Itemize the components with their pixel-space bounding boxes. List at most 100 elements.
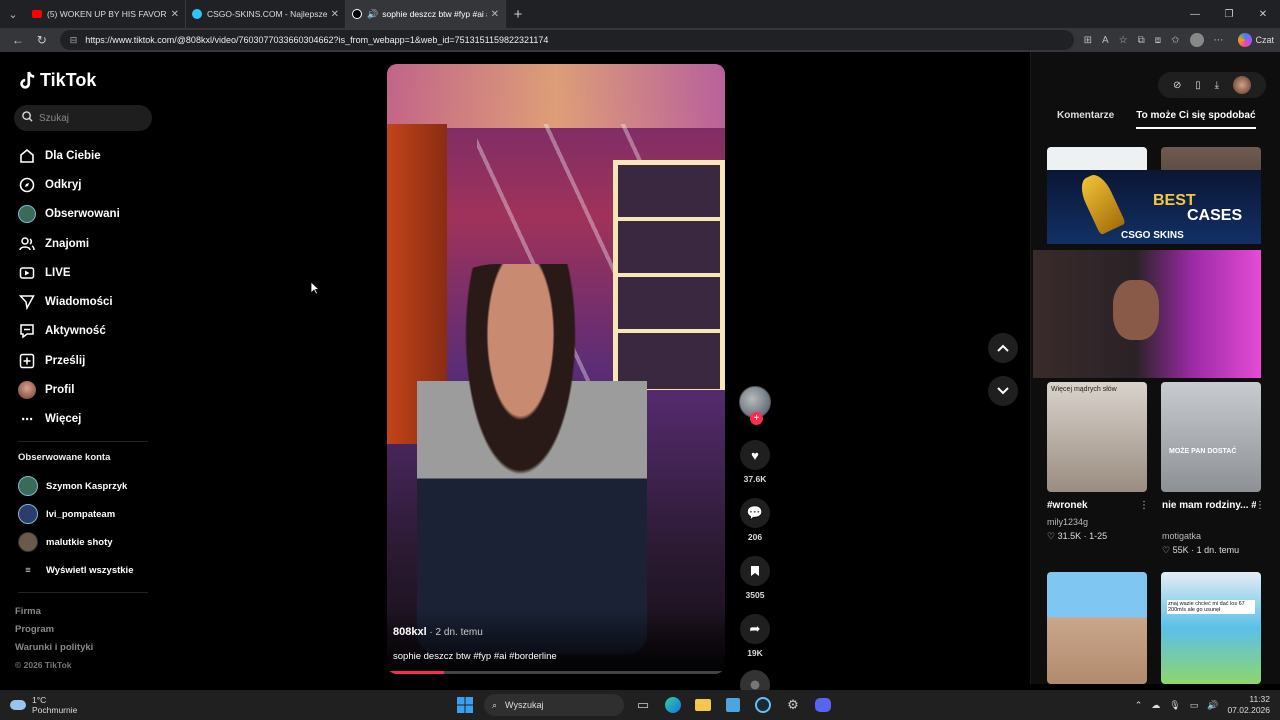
copilot-button[interactable]: Czat <box>1237 33 1275 47</box>
comment-button[interactable]: 💬 206 <box>736 498 774 542</box>
weather-widget[interactable]: 1°C Pochmurnie <box>10 695 77 715</box>
more-options-icon[interactable]: ⋮ <box>1139 500 1149 511</box>
browser-tab-csgoskins[interactable]: CSGO-SKINS.COM - Najlepsze Skr ✕ <box>186 0 346 28</box>
settings-gear-icon[interactable]: ⚙ <box>782 694 804 716</box>
phone-icon[interactable]: ▯ <box>1195 80 1201 91</box>
next-video-button[interactable] <box>988 376 1018 406</box>
csgoskins-ad-banner[interactable]: BEST CASES CSGO SKINS <box>1047 170 1261 244</box>
previous-video-button[interactable] <box>988 333 1018 363</box>
video-progress-fill <box>387 671 445 674</box>
restore-icon[interactable]: ❐ <box>1212 9 1246 20</box>
file-explorer-icon[interactable] <box>692 694 714 716</box>
minimize-icon[interactable]: — <box>1178 9 1212 20</box>
browser-profile-icon[interactable] <box>1189 33 1204 47</box>
profile-avatar-icon <box>18 381 36 400</box>
close-tab-icon[interactable]: ✕ <box>171 9 179 20</box>
sidebar-item-live[interactable]: LIVE <box>18 258 120 287</box>
settings-more-icon[interactable]: ⋯ <box>1214 35 1224 46</box>
back-icon[interactable]: ← <box>6 33 30 47</box>
tab-recommended[interactable]: To może Ci się spodobać <box>1136 110 1256 129</box>
followed-account[interactable]: lvi_pompateam <box>18 500 133 528</box>
close-window-icon[interactable]: ✕ <box>1246 9 1280 20</box>
volume-icon[interactable]: 🔊 <box>1207 700 1218 711</box>
recommended-video-thumb[interactable]: Więcej mądrych słów <box>1047 382 1147 492</box>
search-placeholder: Szukaj <box>39 112 70 124</box>
video-author[interactable]: mily1234g <box>1047 517 1088 527</box>
tab-actions-menu-icon[interactable]: ⌄ <box>0 0 26 28</box>
network-icon[interactable]: ▭ <box>1190 700 1199 711</box>
speaker-icon[interactable]: 🔊 <box>367 9 378 20</box>
ad-text-cases: CASES <box>1187 207 1243 224</box>
sidebar-item-following[interactable]: Obserwowani <box>18 200 120 229</box>
video-title[interactable]: #wronek <box>1047 500 1147 511</box>
sidebar-item-explore[interactable]: Odkryj <box>18 170 120 199</box>
tray-overflow-icon[interactable]: ⌃ <box>1135 700 1143 711</box>
recommended-video-thumb[interactable] <box>1033 250 1261 378</box>
footer-link-terms[interactable]: Warunki i polityki <box>15 642 93 660</box>
upload-icon <box>18 352 36 370</box>
copilot-label: Czat <box>1255 35 1275 45</box>
close-tab-icon[interactable]: ✕ <box>491 9 499 20</box>
tab-comments[interactable]: Komentarze <box>1057 110 1114 129</box>
extensions-icon[interactable]: ⧉ <box>1138 35 1145 46</box>
video-title[interactable]: nie mam rodziny... #rodzina #fyp... <box>1162 500 1256 511</box>
browser-tab-youtube[interactable]: (5) WOKEN UP BY HIS FAVORITE CS ✕ <box>26 0 186 28</box>
user-avatar[interactable] <box>1233 76 1251 94</box>
download-icon[interactable]: ⤓ <box>1215 80 1219 91</box>
video-author[interactable]: 808kxl · 2 dn. temu <box>393 626 483 638</box>
streamer-figure <box>1113 280 1159 340</box>
bookmark-icon <box>740 556 770 586</box>
windows-start-icon[interactable] <box>454 694 476 716</box>
recommended-video-thumb[interactable]: MOŻE PAN DOSTAĆ <box>1161 382 1261 492</box>
taskbar-search[interactable]: ⌕ Wyszukaj <box>484 694 624 716</box>
more-options-icon[interactable]: ⋮ <box>1255 500 1265 511</box>
new-tab-button[interactable]: + <box>506 6 530 23</box>
save-button[interactable]: 3505 <box>736 556 774 600</box>
onedrive-icon[interactable]: ☁ <box>1151 700 1160 711</box>
edge-icon[interactable] <box>662 694 684 716</box>
follow-plus-icon[interactable]: + <box>750 412 763 425</box>
video-player[interactable]: 808kxl · 2 dn. temu sophie deszcz btw #f… <box>387 64 725 674</box>
home-icon <box>18 147 36 165</box>
sidebar-item-activity[interactable]: Aktywność <box>18 317 120 346</box>
share-button[interactable]: ➦ 19K <box>736 614 774 658</box>
search-input[interactable]: Szukaj <box>14 105 152 131</box>
store-icon[interactable] <box>722 694 744 716</box>
translate-icon[interactable]: A <box>1102 35 1109 46</box>
task-view-icon[interactable]: ▭ <box>632 694 654 716</box>
apps-icon[interactable]: ⊞ <box>1084 35 1092 46</box>
microphone-icon[interactable]: 🎙 <box>1169 700 1180 711</box>
sidebar-item-upload[interactable]: Prześlij <box>18 346 120 375</box>
recommended-video-thumb[interactable] <box>1047 572 1147 684</box>
followed-account[interactable]: Szymon Kasprzyk <box>18 472 133 500</box>
creator-avatar[interactable]: + <box>739 386 771 425</box>
video-progress-bar[interactable] <box>387 671 725 674</box>
collections-icon[interactable]: ⧈ <box>1155 35 1161 46</box>
refresh-icon[interactable]: ↻ <box>30 33 54 47</box>
sidebar-item-more[interactable]: ⋯ Więcej <box>18 405 120 434</box>
close-tab-icon[interactable]: ✕ <box>331 9 339 20</box>
recommended-video-thumb[interactable]: znaj wazie chcieć mi dać los 67 200m/s a… <box>1161 572 1261 684</box>
clock[interactable]: 11:32 07.02.2026 <box>1227 694 1270 716</box>
footer-link-company[interactable]: Firma <box>15 606 93 624</box>
video-author[interactable]: motigatka <box>1162 531 1201 541</box>
show-all-followed-button[interactable]: ≡ Wyświetl wszystkie <box>18 556 133 584</box>
sidebar-item-messages[interactable]: Wiadomości <box>18 287 120 316</box>
explore-icon[interactable]: ⊘ <box>1173 80 1181 91</box>
favorites-icon[interactable]: ✩ <box>1171 35 1179 46</box>
sidebar-item-profile[interactable]: Profil <box>18 375 120 404</box>
browser-tab-tiktok[interactable]: 🔊 sophie deszcz btw #fyp #ai #b ✕ <box>346 0 506 28</box>
footer-link-program[interactable]: Program <box>15 624 93 642</box>
site-info-icon[interactable]: ⊟ <box>70 35 78 46</box>
tiktok-logo[interactable]: TikTok <box>18 70 96 91</box>
sidebar-item-for-you[interactable]: Dla Ciebie <box>18 141 120 170</box>
followed-account[interactable]: malutkie shoty <box>18 528 133 556</box>
favorite-star-icon[interactable]: ☆ <box>1119 35 1128 46</box>
sidebar-item-friends[interactable]: Znajomi <box>18 229 120 258</box>
discord-icon[interactable] <box>812 694 834 716</box>
like-button[interactable]: ♥ 37.6K <box>736 440 774 484</box>
browser-toolbar: ⊞ A ☆ ⧉ ⧈ ✩ ⋯ Czat <box>1084 33 1274 47</box>
url-field[interactable]: ⊟ https://www.tiktok.com/@808kxl/video/7… <box>59 30 1074 50</box>
sidebar-footer: Firma Program Warunki i polityki © 2026 … <box>15 606 93 678</box>
steam-icon[interactable] <box>752 694 774 716</box>
